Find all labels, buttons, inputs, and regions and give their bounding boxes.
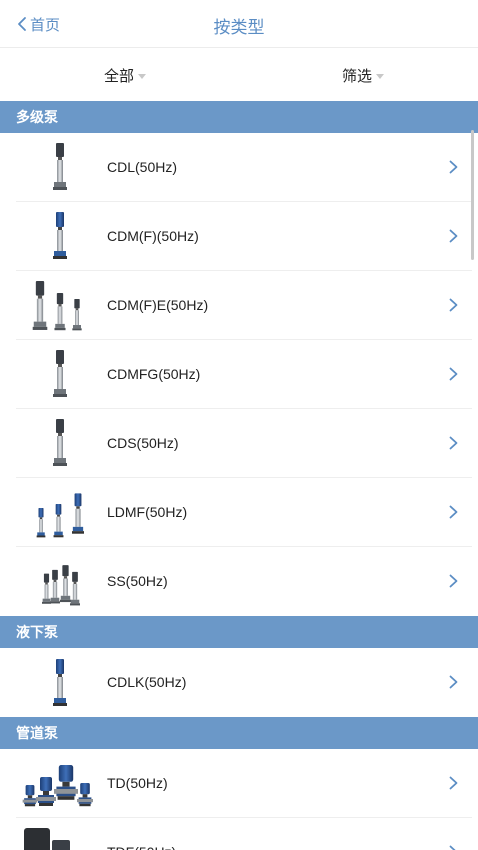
category-filter-label: 全部 (104, 68, 135, 85)
product-row[interactable]: CDL(50Hz) (16, 133, 472, 202)
section-header-multistage-pump: 多级泵 (0, 101, 478, 133)
chevron-right-icon (449, 574, 458, 588)
product-name: CDM(F)E(50Hz) (107, 297, 209, 313)
screen-filter-dropdown[interactable]: 筛选 (342, 65, 385, 86)
product-row[interactable]: TD(50Hz) (16, 749, 472, 818)
product-row[interactable]: CDM(F)(50Hz) (16, 202, 472, 271)
product-row[interactable]: CDMFG(50Hz) (16, 340, 472, 409)
product-name: SS(50Hz) (107, 573, 168, 589)
section-header-pipeline-pump: 管道泵 (0, 717, 478, 749)
product-name: CDM(F)(50Hz) (107, 228, 199, 244)
pump-image (24, 828, 70, 850)
pump-image (42, 565, 80, 606)
product-row[interactable]: LDMF(50Hz) (16, 478, 472, 547)
product-row[interactable]: SS(50Hz) (16, 547, 472, 616)
product-name: CDL(50Hz) (107, 159, 178, 175)
product-row[interactable]: CDLK(50Hz) (16, 648, 472, 717)
product-name: CDS(50Hz) (107, 435, 179, 451)
chevron-right-icon (449, 160, 458, 174)
pump-image (53, 212, 67, 259)
pump-image (32, 281, 82, 331)
scrollbar[interactable] (471, 130, 474, 260)
chevron-right-icon (449, 675, 458, 689)
pump-image (36, 493, 84, 538)
pump-image (53, 419, 67, 466)
page-title: 按类型 (213, 18, 265, 37)
chevron-right-icon (449, 505, 458, 519)
product-name: TDF(50Hz) (107, 818, 176, 850)
caret-down-icon (138, 74, 147, 79)
chevron-right-icon (449, 436, 458, 450)
pump-image (22, 765, 93, 807)
product-row[interactable]: CDM(F)E(50Hz) (16, 271, 472, 340)
pump-image (53, 659, 67, 706)
chevron-right-icon (449, 229, 458, 243)
chevron-right-icon (449, 298, 458, 312)
pump-image (53, 350, 67, 397)
screen-filter-label: 筛选 (342, 68, 373, 85)
product-name: LDMF(50Hz) (107, 504, 188, 520)
chevron-right-icon (449, 845, 458, 850)
product-name: CDMFG(50Hz) (107, 366, 201, 382)
product-name: CDLK(50Hz) (107, 674, 187, 690)
filter-bar: 全部 筛选 (0, 49, 478, 101)
chevron-right-icon (449, 367, 458, 381)
category-filter-dropdown[interactable]: 全部 (104, 65, 147, 86)
caret-down-icon (376, 74, 385, 79)
top-nav-bar: 首页 按类型 (0, 0, 478, 48)
section-header-submerged-pump: 液下泵 (0, 616, 478, 648)
product-name: TD(50Hz) (107, 775, 168, 791)
chevron-right-icon (449, 776, 458, 790)
product-row[interactable]: CDS(50Hz) (16, 409, 472, 478)
product-row[interactable]: TDF(50Hz) (16, 818, 472, 850)
pump-image (53, 143, 67, 190)
